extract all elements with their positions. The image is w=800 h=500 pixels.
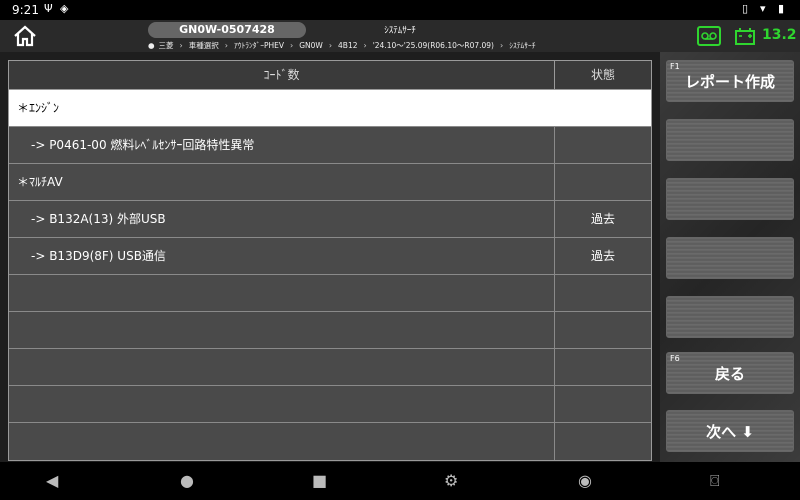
report-button[interactable]: F1 レポート作成 [666, 60, 794, 102]
navigation-bar: ◀ ● ■ ⚙ ◉ ⌼ [0, 462, 800, 500]
function-button-3[interactable] [666, 178, 794, 220]
row-status [555, 127, 651, 163]
location-pin-icon: ● [148, 40, 155, 50]
breadcrumb-item[interactable]: 三菱 [159, 40, 174, 51]
chrome-icon[interactable]: ◉ [578, 471, 592, 491]
next-button[interactable]: 次へ ⬇ [666, 410, 794, 452]
usb-icon: Ψ [44, 2, 53, 15]
row-code [9, 275, 555, 311]
main-panel: ｺｰﾄﾞ数 状態 ＊ｴﾝｼﾞﾝ -> P0461-00 燃料ﾚﾍﾞﾙｾﾝｻｰ回路… [0, 52, 660, 462]
settings-icon[interactable]: ⚙ [444, 471, 458, 491]
back-icon[interactable]: ◀ [46, 471, 58, 491]
vibrate-icon: ▯ [742, 2, 749, 15]
row-status: 過去 [590, 212, 615, 226]
chevron-right-icon: › [224, 40, 228, 50]
table-row[interactable]: -> B13D9(8F) USB通信 過去 [9, 238, 651, 275]
wifi-icon: ▾ [760, 2, 766, 15]
home-icon [14, 25, 36, 47]
breadcrumb-item[interactable]: 4B12 [338, 41, 357, 50]
row-status [555, 386, 651, 422]
chevron-right-icon: › [179, 40, 183, 50]
function-key-panel: F1 レポート作成 F6 戻る 次へ ⬇ [660, 52, 800, 462]
row-code [9, 349, 555, 385]
page-title: ｼｽﾃﾑｻｰﾁ [384, 26, 416, 36]
battery-icon: ▮ [778, 2, 785, 15]
vin-label: GN0W-0507428 [148, 22, 306, 38]
table-row[interactable]: ＊ﾏﾙﾁAV [9, 164, 651, 201]
function-key-label: F1 [670, 62, 680, 71]
back-button[interactable]: F6 戻る [666, 352, 794, 394]
row-status [555, 275, 651, 311]
row-status [555, 423, 651, 460]
row-code: -> P0461-00 燃料ﾚﾍﾞﾙｾﾝｻｰ回路特性異常 [9, 127, 555, 163]
breadcrumb: ● 三菱 › 車種選択 › ｱｳﾄﾗﾝﾀﾞｰPHEV › GN0W › 4B12… [148, 39, 535, 51]
status-time: 9:21 [12, 3, 39, 17]
chevron-right-icon: › [363, 40, 367, 50]
button-label: 戻る [714, 365, 745, 383]
breadcrumb-item[interactable]: ｼｽﾃﾑｻｰﾁ [509, 40, 535, 51]
row-code: ＊ﾏﾙﾁAV [9, 164, 555, 200]
row-status: 過去 [590, 249, 615, 263]
recents-icon[interactable]: ■ [312, 471, 327, 491]
chevron-right-icon: › [500, 40, 504, 50]
chevron-right-icon: › [290, 40, 294, 50]
status-bar: 9:21 Ψ ◈ ▯ ▾ ▮ [0, 0, 800, 20]
breadcrumb-item[interactable]: ｱｳﾄﾗﾝﾀﾞｰPHEV [234, 40, 284, 51]
table-row[interactable] [9, 312, 651, 349]
header-bar: GN0W-0507428 ｼｽﾃﾑｻｰﾁ ● 三菱 › 車種選択 › ｱｳﾄﾗﾝ… [0, 20, 800, 52]
row-status [555, 349, 651, 385]
row-status [555, 90, 651, 126]
column-header-code: ｺｰﾄﾞ数 [9, 61, 555, 89]
home-icon[interactable]: ● [180, 471, 194, 491]
row-status [555, 312, 651, 348]
screenshot-icon[interactable]: ⌼ [710, 471, 720, 491]
table-row[interactable] [9, 386, 651, 423]
row-code: -> B13D9(8F) USB通信 [9, 238, 555, 274]
button-label: レポート作成 [684, 73, 775, 91]
car-battery-icon [734, 25, 756, 47]
chevron-right-icon: › [328, 40, 333, 50]
location-icon: ◈ [60, 2, 69, 15]
button-label: 次へ ⬇ [706, 423, 754, 441]
row-status [555, 164, 651, 200]
dtc-table: ｺｰﾄﾞ数 状態 ＊ｴﾝｼﾞﾝ -> P0461-00 燃料ﾚﾍﾞﾙｾﾝｻｰ回路… [8, 60, 652, 461]
breadcrumb-item[interactable]: '24.10〜'25.09(R06.10〜R07.09) [373, 40, 494, 51]
table-row[interactable]: -> B132A(13) 外部USB 過去 [9, 201, 651, 238]
function-key-label: F6 [670, 354, 680, 363]
row-code [9, 423, 555, 460]
function-button-5[interactable] [666, 296, 794, 338]
table-row[interactable]: ＊ｴﾝｼﾞﾝ [9, 90, 651, 127]
row-code: -> B132A(13) 外部USB [9, 201, 555, 237]
table-header: ｺｰﾄﾞ数 状態 [9, 61, 651, 90]
row-code: ＊ｴﾝｼﾞﾝ [17, 101, 60, 115]
breadcrumb-item[interactable]: 車種選択 [189, 40, 219, 51]
function-button-4[interactable] [666, 237, 794, 279]
column-header-status: 状態 [590, 68, 615, 82]
table-row[interactable]: -> P0461-00 燃料ﾚﾍﾞﾙｾﾝｻｰ回路特性異常 [9, 127, 651, 164]
breadcrumb-item[interactable]: GN0W [299, 41, 323, 50]
home-button[interactable] [12, 24, 38, 48]
function-button-2[interactable] [666, 119, 794, 161]
table-row[interactable] [9, 275, 651, 312]
row-code [9, 386, 555, 422]
voltage-readout: 13.2 [762, 27, 797, 43]
table-row[interactable] [9, 349, 651, 386]
row-code [9, 312, 555, 348]
recording-icon[interactable] [697, 26, 721, 46]
table-row[interactable] [9, 423, 651, 460]
